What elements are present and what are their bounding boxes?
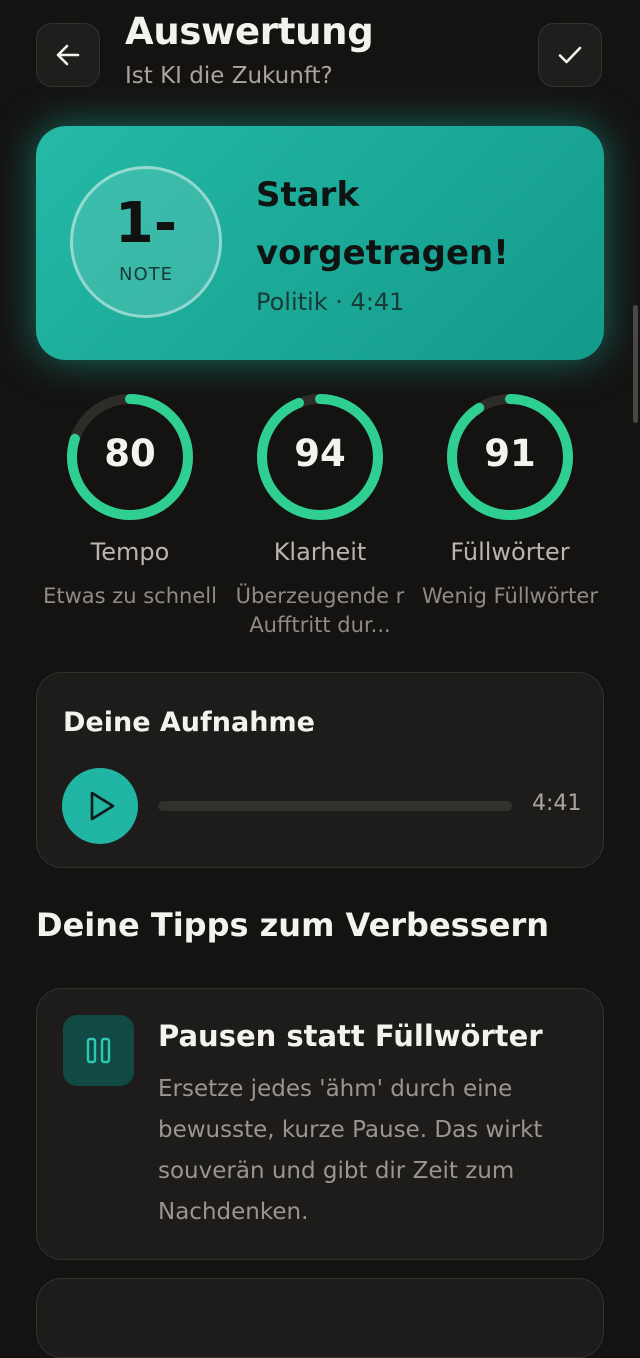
playback-progress-bar[interactable] xyxy=(158,801,512,811)
tempo-label: Tempo xyxy=(90,538,170,566)
fuellwoerter-description: Wenig Füllwörter xyxy=(422,584,598,608)
recording-card: Deine Aufnahme 4:41 xyxy=(36,672,604,868)
tip-card: Pausen statt Füllwörter Ersetze jedes 'ä… xyxy=(36,988,604,1260)
tip-body: Ersetze jedes 'ähm' durch eine bewusste,… xyxy=(158,1076,543,1225)
next-tip-card xyxy=(36,1278,604,1358)
tempo-description: Etwas zu schnell xyxy=(43,584,217,608)
confirm-button[interactable] xyxy=(538,23,602,87)
play-button[interactable] xyxy=(62,768,138,844)
grade-badge: 1- NOTE xyxy=(70,166,222,318)
tempo-score: 80 xyxy=(104,432,156,475)
klarheit-description: Überzeugende r Aufftritt dur... xyxy=(235,584,405,637)
fuellwoerter-label: Füllwörter xyxy=(450,538,570,566)
fuellwoerter-score: 91 xyxy=(484,432,536,475)
fuellwoerter-gauge: 91 xyxy=(445,392,575,522)
result-meta: Politik · 4:41 xyxy=(256,288,404,316)
tips-section-title: Deine Tipps zum Verbessern xyxy=(36,906,550,944)
page-title: Auswertung xyxy=(125,10,374,53)
arrow-left-icon xyxy=(56,44,80,66)
result-category: Politik xyxy=(256,288,328,316)
klarheit-gauge: 94 xyxy=(255,392,385,522)
klarheit-label: Klarheit xyxy=(273,538,367,566)
result-hero-card: 1- NOTE Stark vorgetragen! Politik · 4:4… xyxy=(36,126,604,360)
grade-value: 1- xyxy=(114,191,178,256)
tip-icon-badge xyxy=(63,1015,134,1086)
scrollbar[interactable] xyxy=(633,305,638,423)
play-icon xyxy=(90,791,115,821)
pause-icon xyxy=(86,1037,111,1064)
page-subtitle: Ist KI die Zukunft? xyxy=(125,63,333,89)
check-icon xyxy=(558,46,582,64)
back-button[interactable] xyxy=(36,23,100,87)
tempo-gauge: 80 xyxy=(65,392,195,522)
tip-title: Pausen statt Füllwörter xyxy=(158,1019,543,1053)
klarheit-score: 94 xyxy=(294,432,346,475)
recording-duration: 4:41 xyxy=(532,791,582,816)
result-duration: 4:41 xyxy=(350,288,405,316)
grade-label: NOTE xyxy=(118,264,173,285)
result-headline: Stark vorgetragen! xyxy=(256,175,509,273)
recording-title: Deine Aufnahme xyxy=(63,707,315,738)
meta-separator: · xyxy=(335,288,343,316)
